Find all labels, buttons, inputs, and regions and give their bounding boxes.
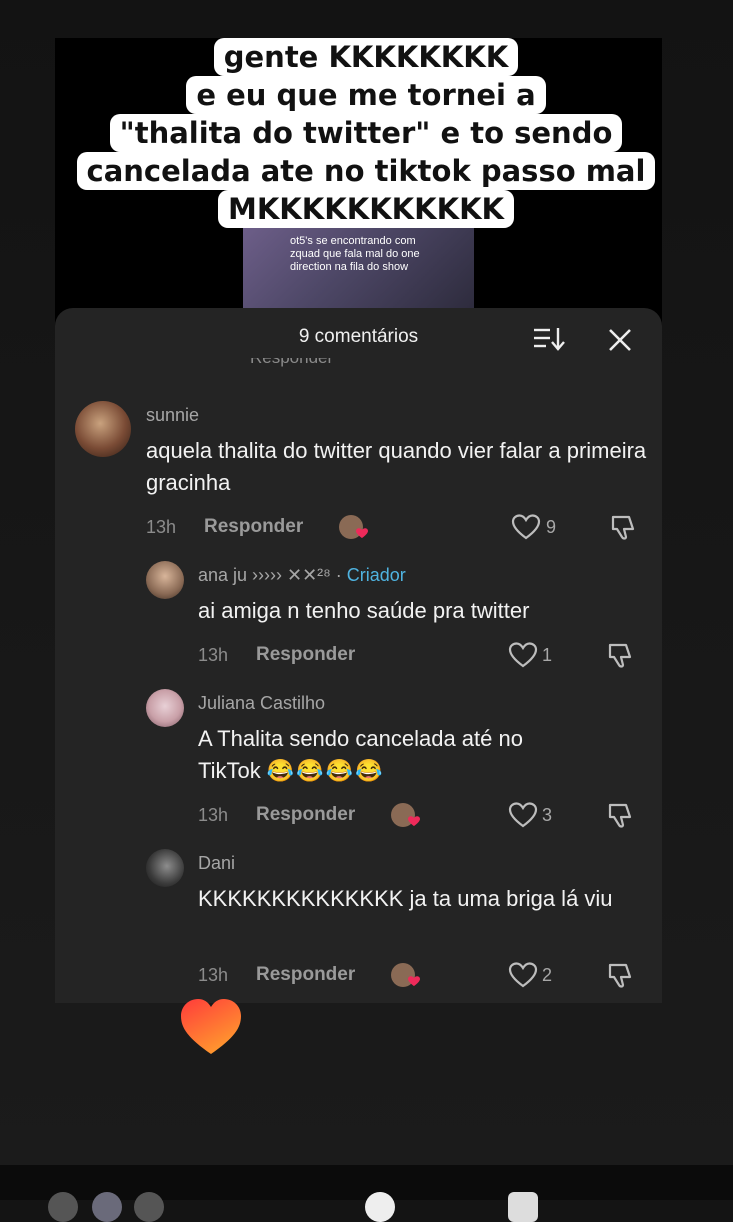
comment-username[interactable]: Dani: [198, 853, 235, 874]
sort-icon[interactable]: [532, 326, 566, 352]
laughing-emoji: 😂: [355, 758, 383, 783]
comment-time: 13h: [146, 517, 177, 537]
comment-text: ai amiga n tenho saúde pra twitter: [198, 598, 530, 623]
reply-button[interactable]: Responder: [204, 516, 303, 538]
comment-text-word: TikTok: [198, 758, 261, 783]
like-count: 1: [542, 645, 553, 665]
caption-line: MKKKKKKKKKKK: [217, 190, 515, 228]
creator-tag: Criador: [346, 565, 406, 585]
reply-button[interactable]: Responder: [256, 804, 355, 826]
avatar[interactable]: [146, 689, 184, 727]
heart-outline-icon[interactable]: [508, 961, 538, 989]
comment-username[interactable]: sunnie: [146, 405, 199, 426]
avatar[interactable]: [146, 561, 184, 599]
close-icon[interactable]: [606, 326, 634, 354]
reply-button[interactable]: Responder: [256, 644, 355, 666]
reply-button[interactable]: Responder: [256, 964, 355, 986]
comment-time: 13h: [198, 645, 229, 665]
video-overlay-text: ot5's se encontrando com zquad que fala …: [290, 235, 420, 273]
avatar[interactable]: [146, 849, 184, 887]
heart-outline-icon[interactable]: [508, 641, 538, 669]
comment-text: aquela thalita do twitter quando vier fa…: [146, 438, 647, 495]
viewer-avatar: [134, 1192, 164, 1222]
thumbs-down-icon[interactable]: [609, 513, 637, 541]
viewer-avatar: [365, 1192, 395, 1222]
caption-line: gente KKKKKKKK: [213, 38, 519, 76]
username-suffix: ✕✕²⁸ ·: [282, 565, 347, 585]
like-count: 3: [542, 805, 553, 825]
comment-text-line: TikTok 😂😂😂😂: [198, 755, 648, 787]
cut-off-reply: Responder: [250, 358, 333, 368]
creator-liked-icon: [391, 803, 420, 827]
like-count: 2: [542, 965, 553, 985]
heart-outline-icon[interactable]: [511, 513, 541, 541]
cut-off-previous-comment: Responder: [195, 358, 645, 378]
username-text: ana ju ›››››: [198, 565, 283, 585]
creator-liked-icon: [391, 963, 420, 987]
viewer-avatar: [508, 1192, 538, 1222]
avatar[interactable]: [75, 401, 131, 457]
caption-line: "thalita do twitter" e to sendo: [109, 114, 623, 152]
comment-text: KKKKKKKKKKKKKK ja ta uma briga lá viu: [198, 886, 613, 911]
caption-line: cancelada ate no tiktok passo mal: [76, 152, 656, 190]
story-caption: gente KKKKKKKK e eu que me tornei a "tha…: [60, 38, 672, 228]
like-count: 9: [546, 517, 557, 537]
laughing-emoji: 😂: [325, 758, 354, 783]
caption-line: e eu que me tornei a: [186, 76, 546, 114]
comment-text: A Thalita sendo cancelada até no TikTok …: [198, 723, 648, 787]
comment-time: 13h: [198, 965, 229, 985]
comment-time: 13h: [198, 805, 229, 825]
laughing-emoji: 😂: [296, 758, 324, 783]
viewer-avatar: [92, 1192, 122, 1222]
thumbs-down-icon[interactable]: [606, 961, 634, 989]
thumbs-down-icon[interactable]: [606, 641, 634, 669]
viewer-avatar: [48, 1192, 78, 1222]
heart-outline-icon[interactable]: [508, 801, 538, 829]
comment-username[interactable]: Juliana Castilho: [198, 693, 325, 714]
heart-sticker-icon: [181, 999, 241, 1054]
laughing-emoji: 😂: [266, 758, 295, 783]
comment-username[interactable]: ana ju ››››› ✕✕²⁸ · Criador: [198, 565, 406, 586]
comment-text-line: A Thalita sendo cancelada até no: [198, 726, 523, 751]
creator-liked-icon: [339, 515, 368, 539]
thumbs-down-icon[interactable]: [606, 801, 634, 829]
